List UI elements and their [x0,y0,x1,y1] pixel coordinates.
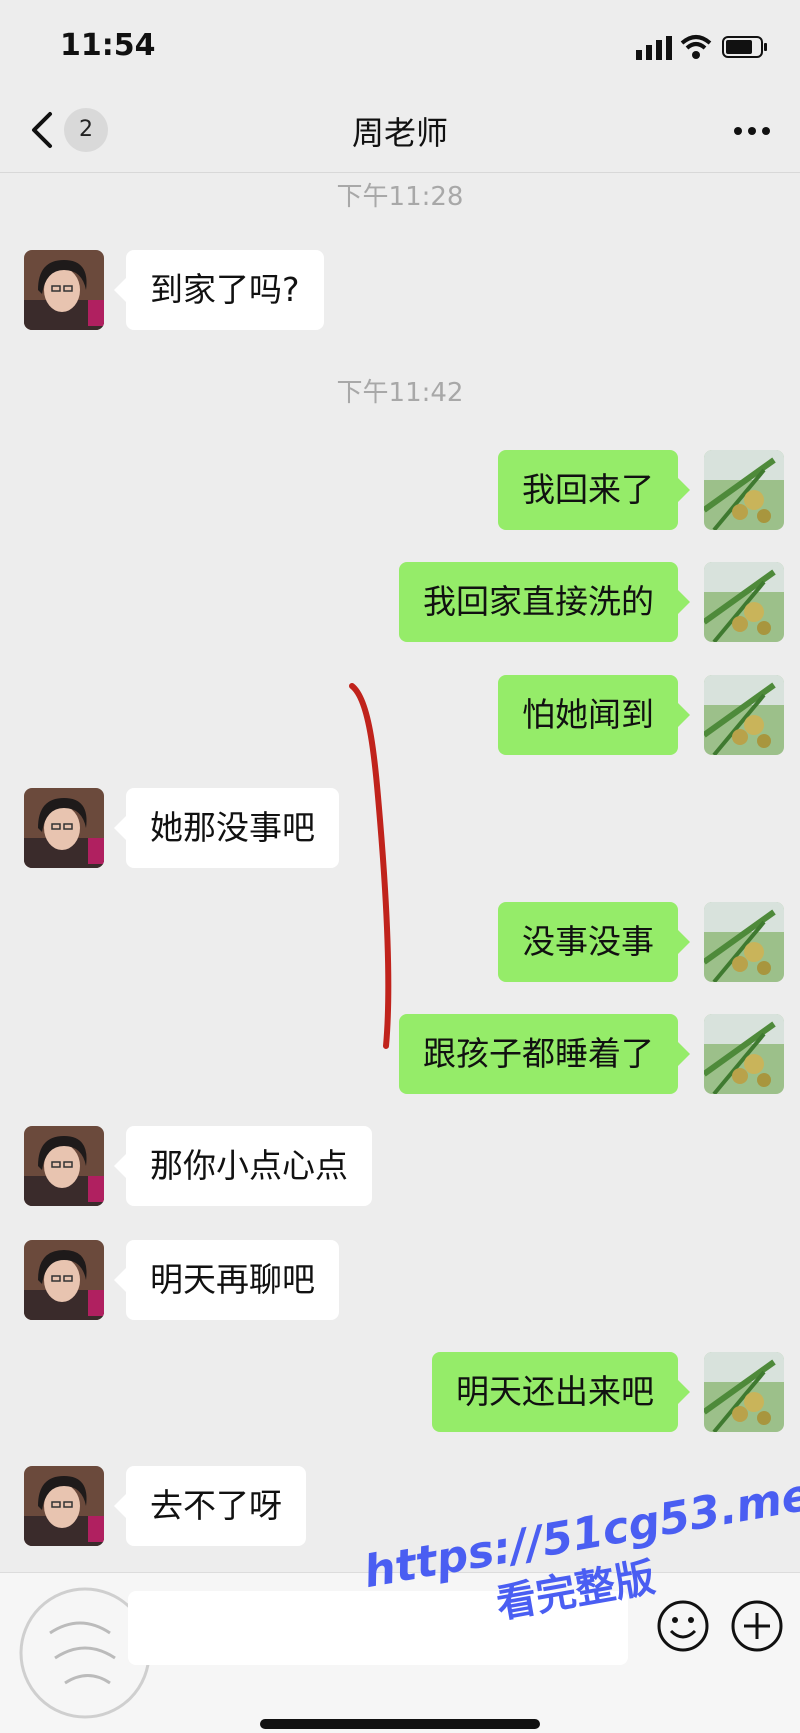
signal-icon [636,36,672,60]
incoming-message-bubble[interactable]: 那你小点心点 [114,1126,372,1206]
wifi-icon [680,35,712,59]
contact-avatar[interactable] [24,1240,104,1320]
timestamp-divider: 下午11:42 [336,378,464,408]
outgoing-message-bubble[interactable]: 我回家直接洗的 [399,562,690,642]
my-avatar[interactable] [704,902,784,982]
chat-title: 周老师 [351,114,448,152]
my-avatar[interactable] [704,675,784,755]
contact-avatar[interactable] [24,250,104,330]
more-icon[interactable] [732,116,772,146]
my-avatar[interactable] [704,1014,784,1094]
status-bar: 11:54 [0,0,800,96]
incoming-message-bubble[interactable]: 明天再聊吧 [114,1240,339,1320]
contact-avatar[interactable] [24,1466,104,1546]
my-avatar[interactable] [704,562,784,642]
chat-header: 2 周老师 [0,96,800,173]
emoji-icon[interactable] [656,1599,710,1653]
my-avatar[interactable] [704,450,784,530]
contact-avatar[interactable] [24,1126,104,1206]
contact-avatar[interactable] [24,788,104,868]
status-time: 11:54 [60,28,156,63]
outgoing-message-bubble[interactable]: 跟孩子都睡着了 [399,1014,690,1094]
plus-icon[interactable] [730,1599,784,1653]
incoming-message-bubble[interactable]: 她那没事吧 [114,788,339,868]
incoming-message-bubble[interactable]: 去不了呀 [114,1466,306,1546]
incoming-message-bubble[interactable]: 到家了吗? [114,250,324,330]
battery-icon [722,36,767,58]
home-indicator [260,1719,540,1729]
timestamp-divider: 下午11:28 [336,182,464,212]
outgoing-message-bubble[interactable]: 怕她闻到 [498,675,690,755]
outgoing-message-bubble[interactable]: 我回来了 [498,450,690,530]
outgoing-message-bubble[interactable]: 没事没事 [498,902,690,982]
annotation-line [349,683,392,1049]
outgoing-message-bubble[interactable]: 明天还出来吧 [432,1352,690,1432]
my-avatar[interactable] [704,1352,784,1432]
